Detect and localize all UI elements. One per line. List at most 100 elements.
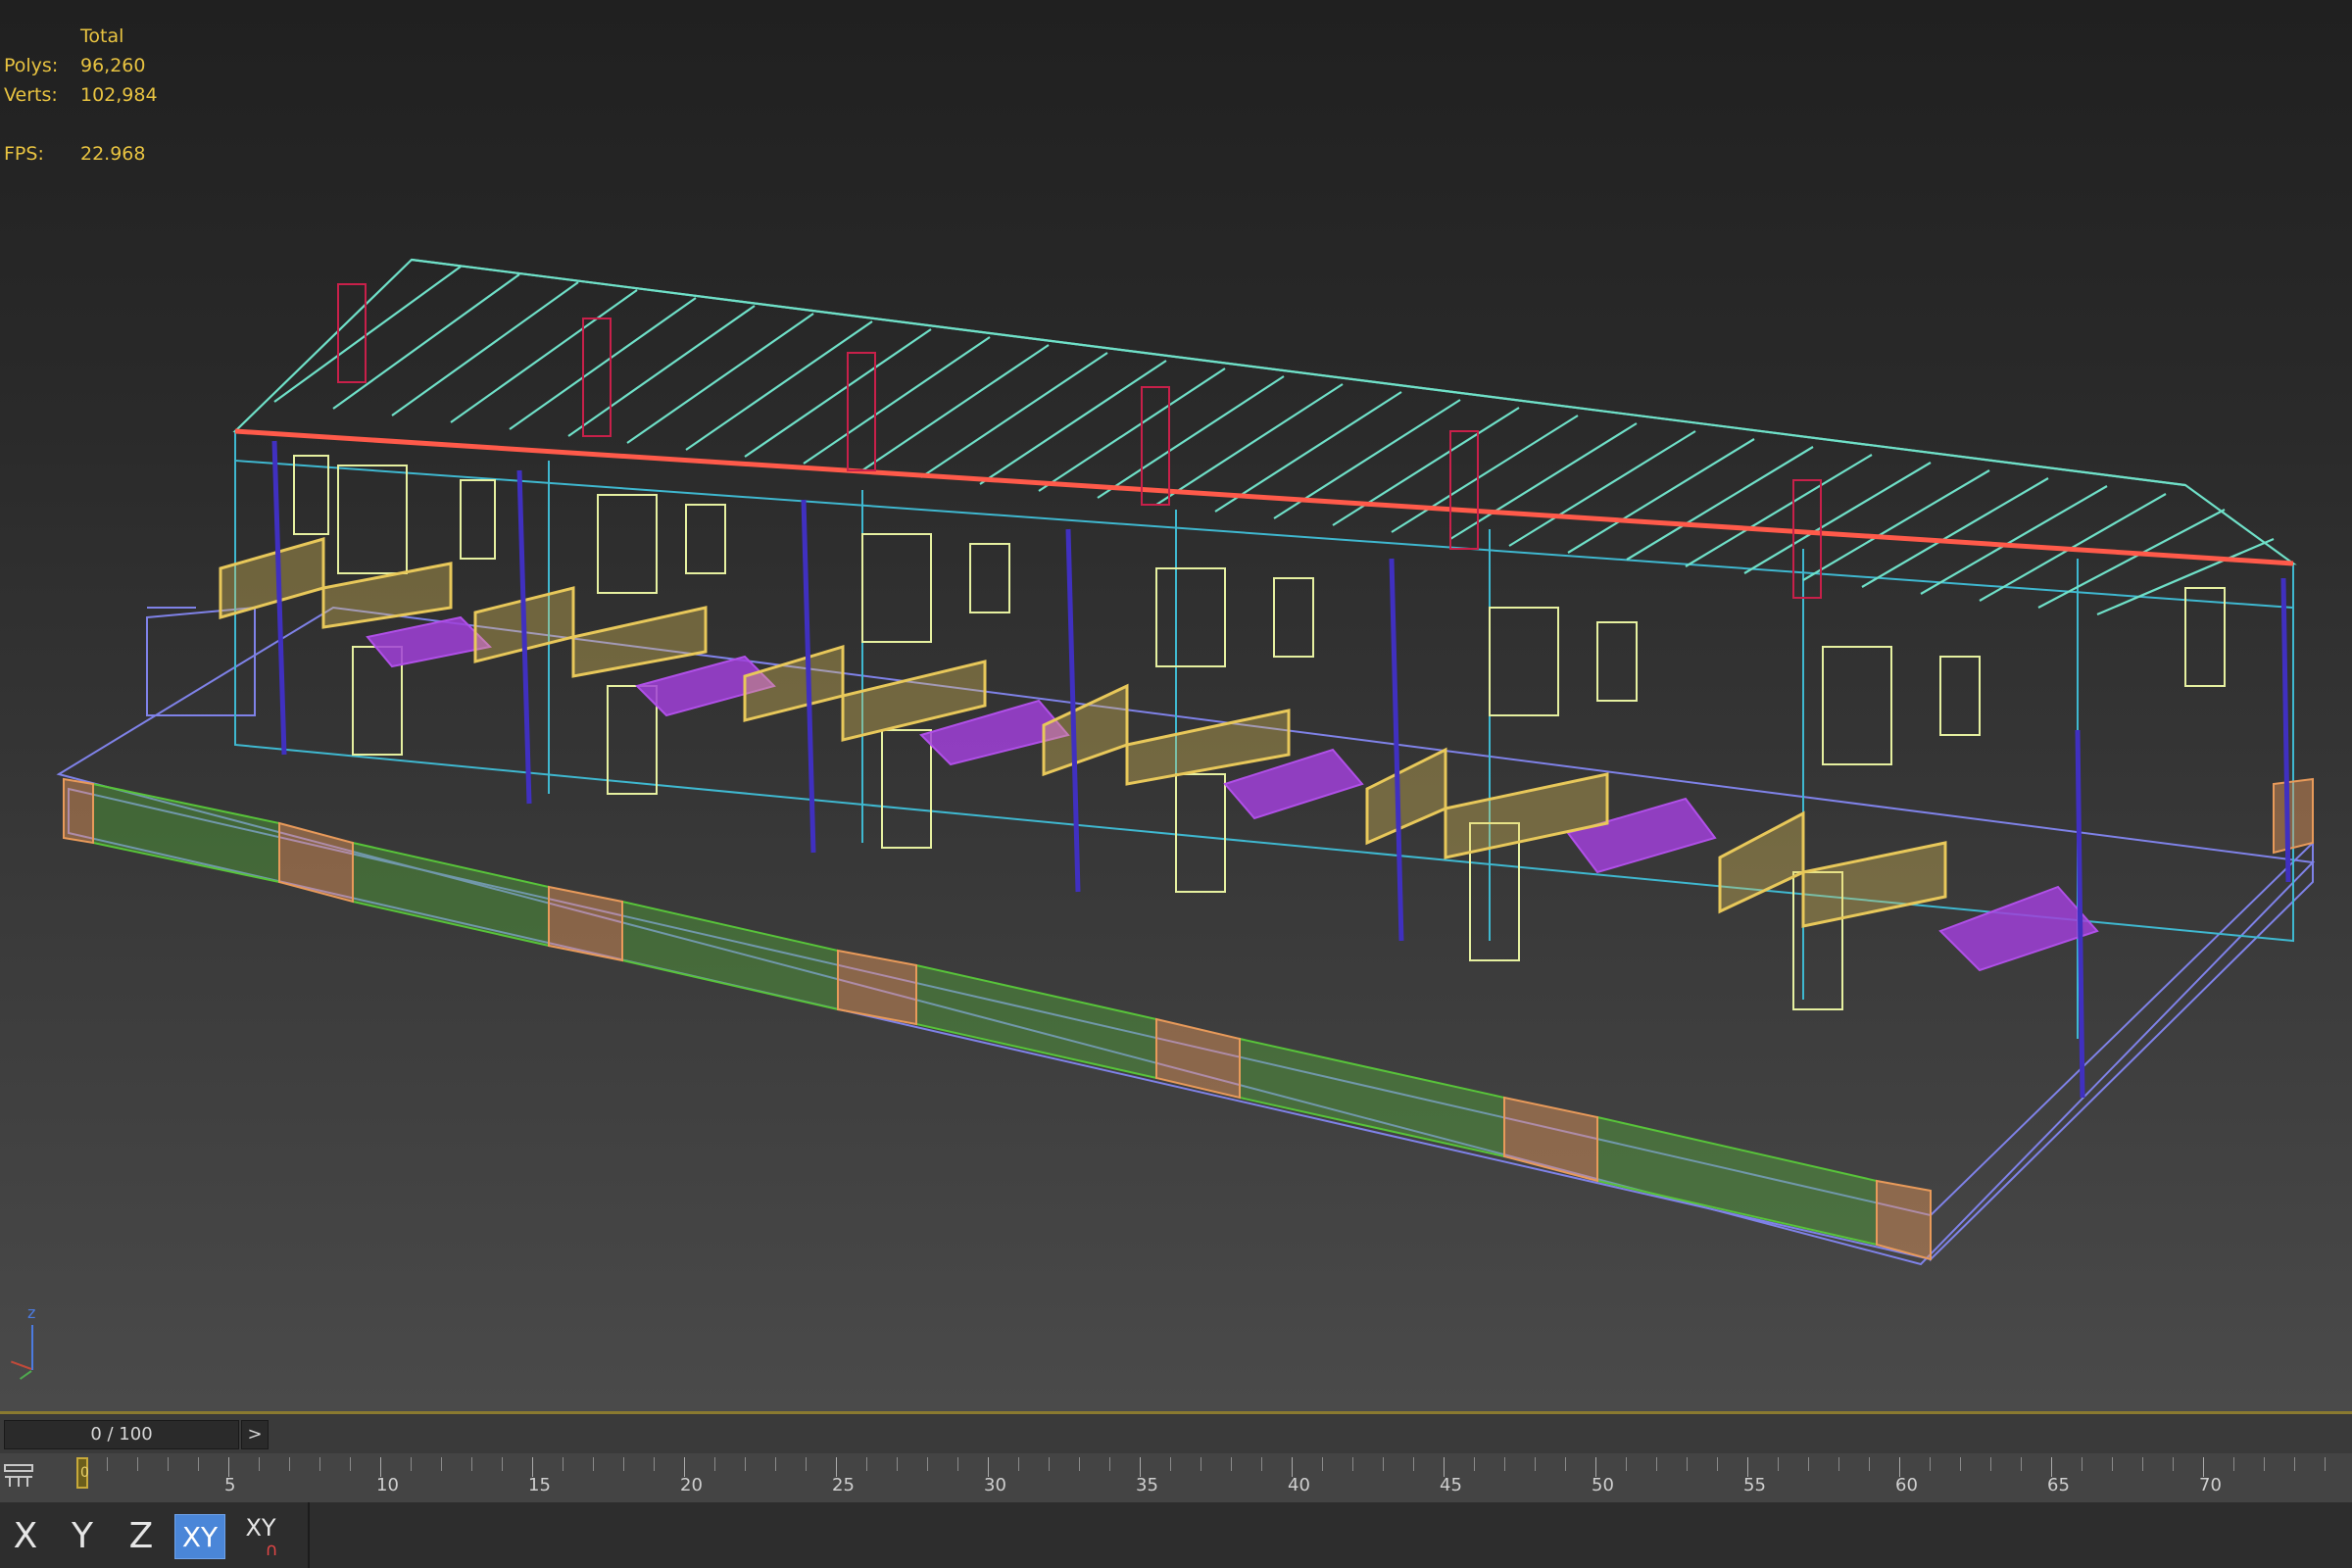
ruler-tick	[593, 1457, 594, 1471]
next-frame-button[interactable]: >	[241, 1420, 269, 1449]
axis-tripod-icon: z	[6, 1303, 45, 1382]
ruler-tick	[2264, 1457, 2265, 1471]
ruler-label: 45	[1440, 1475, 1462, 1495]
ruler-tick	[1170, 1457, 1171, 1471]
toolbar-divider	[308, 1502, 310, 1568]
ruler-tick	[1474, 1457, 1475, 1471]
ruler-label: 60	[1895, 1475, 1918, 1495]
ruler-tick	[957, 1457, 958, 1471]
axis-x-button[interactable]: X	[0, 1514, 51, 1559]
ruler-tick	[319, 1457, 320, 1471]
ruler-tick	[1747, 1457, 1748, 1477]
x-axis-line	[10, 1360, 32, 1370]
ruler-tick	[1413, 1457, 1414, 1471]
ruler-tick	[927, 1457, 928, 1471]
ruler-label: 5	[224, 1475, 236, 1495]
ruler-label: 20	[680, 1475, 703, 1495]
ruler-tick	[289, 1457, 290, 1471]
ruler-tick	[2294, 1457, 2295, 1471]
stats-header: Total	[80, 25, 124, 47]
ruler-tick	[2173, 1457, 2174, 1471]
ruler-tick	[198, 1457, 199, 1471]
ruler-label: 35	[1136, 1475, 1158, 1495]
ruler-tick	[1565, 1457, 1566, 1471]
ruler-tick	[471, 1457, 472, 1471]
axis-z-button[interactable]: Z	[116, 1514, 167, 1559]
ruler-tick	[1656, 1457, 1657, 1471]
chimneys	[337, 283, 1822, 599]
ruler-tick	[745, 1457, 746, 1471]
ruler-label: 50	[1592, 1475, 1614, 1495]
ruler-tick	[806, 1457, 807, 1471]
axis-y-button[interactable]: Y	[57, 1514, 108, 1559]
axis-xy-button[interactable]: XY	[174, 1514, 225, 1559]
ruler-label: 10	[376, 1475, 399, 1495]
ruler-tick	[684, 1457, 685, 1477]
ruler-tick	[228, 1457, 229, 1477]
ruler-tick	[775, 1457, 776, 1471]
ruler-tick	[866, 1457, 867, 1471]
ruler-label: 55	[1743, 1475, 1766, 1495]
ruler-tick	[441, 1457, 442, 1471]
ruler-label: 65	[2047, 1475, 2070, 1495]
current-frame-label: 0	[80, 1465, 89, 1481]
ruler-tick	[1200, 1457, 1201, 1471]
ruler-tick	[1960, 1457, 1961, 1471]
ruler-tick	[1079, 1457, 1080, 1471]
ruler-tick	[1838, 1457, 1839, 1471]
ruler-tick	[1687, 1457, 1688, 1471]
axis-xy-snap-label: XY	[245, 1514, 276, 1542]
axis-xy-snap-button[interactable]: XY ∩	[235, 1514, 286, 1559]
polys-label: Polys:	[4, 55, 59, 76]
ruler-tick	[350, 1457, 351, 1471]
ruler-label: 30	[984, 1475, 1006, 1495]
ruler-label: 15	[528, 1475, 551, 1495]
verts-label: Verts:	[4, 84, 58, 106]
ruler-tick	[1595, 1457, 1596, 1477]
ruler-tick	[411, 1457, 412, 1471]
ruler-tick	[259, 1457, 260, 1471]
ruler-label: 70	[2199, 1475, 2222, 1495]
y-axis-line	[19, 1370, 32, 1380]
fence-orange	[63, 777, 2314, 1261]
ruler-tick	[714, 1457, 715, 1471]
fps-value: 22.968	[80, 143, 146, 165]
ruler-tick	[137, 1457, 138, 1471]
ruler-tick	[1049, 1457, 1050, 1471]
frame-ruler[interactable]: 5 10 15 20 25 30 35 40 45 50 55 60 65 70	[76, 1453, 2352, 1502]
ruler-tick	[1535, 1457, 1536, 1471]
ruler-tick	[1261, 1457, 1262, 1471]
ruler-tick	[2112, 1457, 2113, 1471]
ruler-tick	[2021, 1457, 2022, 1471]
ruler-tick	[380, 1457, 381, 1477]
ruler-tick	[502, 1457, 503, 1471]
ruler-tick	[563, 1457, 564, 1471]
ruler-tick	[623, 1457, 624, 1471]
wireframe-model[interactable]	[0, 0, 2352, 1411]
ruler-tick	[168, 1457, 169, 1471]
ruler-tick	[1292, 1457, 1293, 1477]
ruler-tick	[1626, 1457, 1627, 1471]
viewport-perspective[interactable]: Total Polys: 96,260 Verts: 102,984 FPS: 22.…	[0, 0, 2352, 1411]
time-slider[interactable]: 0 / 100 >	[0, 1414, 2352, 1453]
balcony-rails	[219, 537, 1947, 928]
ruler-tick	[988, 1457, 989, 1477]
track-bar-menu-icon[interactable]	[0, 1461, 37, 1496]
ruler-label: 40	[1288, 1475, 1310, 1495]
ruler-tick	[1140, 1457, 1141, 1477]
ruler-tick	[2142, 1457, 2143, 1471]
ruler-tick	[1717, 1457, 1718, 1471]
ruler-tick	[1383, 1457, 1384, 1471]
ruler-tick	[1930, 1457, 1931, 1471]
frame-slider-thumb[interactable]: 0 / 100	[4, 1420, 239, 1449]
ruler-tick	[654, 1457, 655, 1471]
roof	[232, 258, 2297, 616]
ruler-tick	[1778, 1457, 1779, 1471]
eave-line	[234, 428, 2294, 566]
z-axis-line	[31, 1325, 33, 1370]
ruler-tick	[1444, 1457, 1445, 1477]
fps-label: FPS:	[4, 143, 44, 165]
track-bar[interactable]: 5 10 15 20 25 30 35 40 45 50 55 60 65 70 0	[0, 1453, 2352, 1502]
ruler-tick	[1322, 1457, 1323, 1471]
ruler-tick	[2325, 1457, 2326, 1471]
